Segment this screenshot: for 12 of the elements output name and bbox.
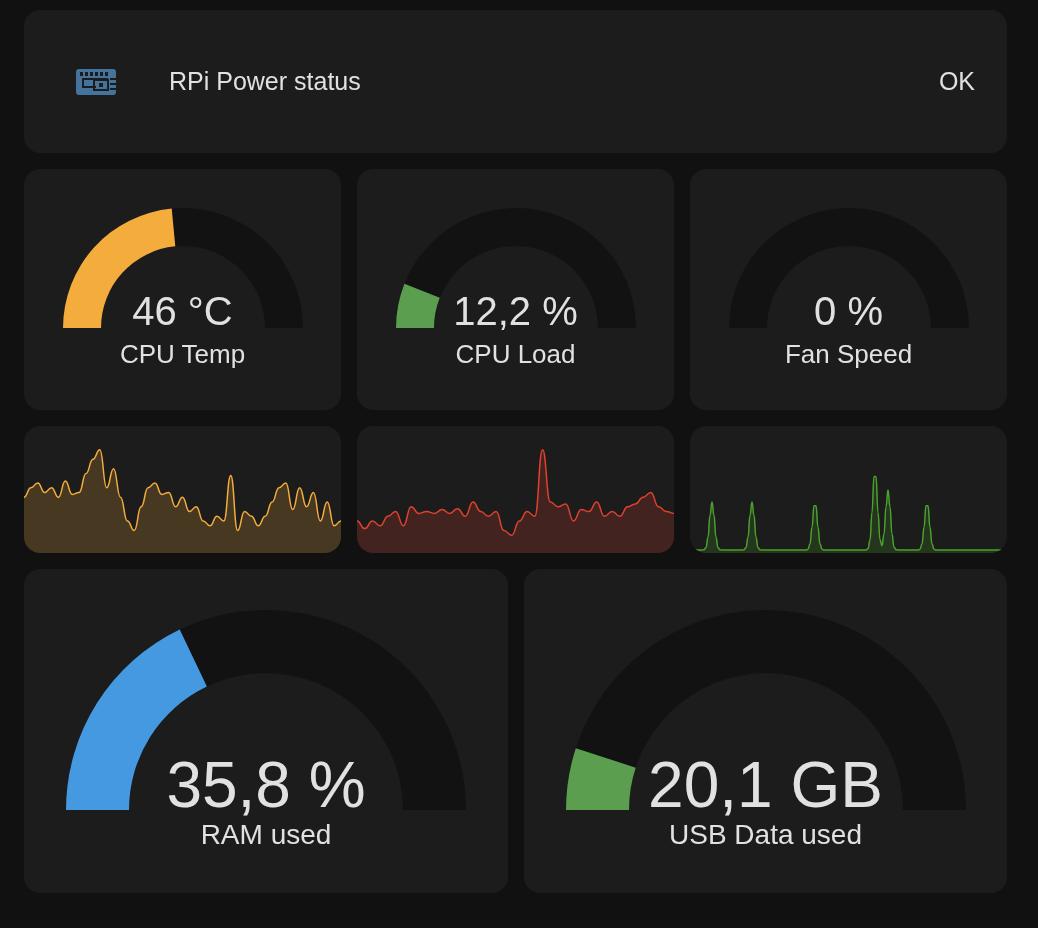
gauge-label: RAM used <box>200 819 332 851</box>
gauge-label: USB Data used <box>669 819 862 851</box>
gauge-value: 12,2 % <box>453 291 578 331</box>
gauge-label: CPU Load <box>455 339 576 370</box>
gauge-value: 35,8 % <box>166 753 366 817</box>
entity-state: OK <box>938 67 975 96</box>
gauge-label: CPU Temp <box>119 339 246 370</box>
gauge-label: Fan Speed <box>784 339 913 370</box>
gauge-value: 46 °C <box>132 291 233 331</box>
entity-name: RPi Power status <box>169 67 362 96</box>
gauge-value: 0 % <box>814 291 883 331</box>
gauge-value: 20,1 GB <box>648 753 883 817</box>
